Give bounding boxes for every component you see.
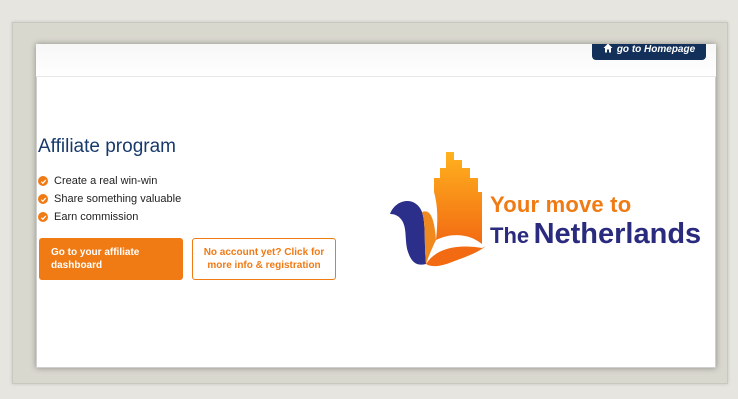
feature-text: Earn commission [54,211,139,223]
go-to-homepage-button[interactable]: go to Homepage [592,44,706,60]
logo-line-2-main: Netherlands [533,218,702,250]
logo-line-2-prefix: The [490,223,530,248]
check-icon [38,176,48,186]
page-title: Affiliate program [38,136,176,157]
page-content: go to Homepage Affiliate program Create … [36,44,716,368]
logo-line-1: Your move to [490,192,632,217]
registration-info-button[interactable]: No account yet? Click for more info & re… [192,238,336,280]
check-icon [38,194,48,204]
check-icon [38,212,48,222]
house-logo-icon [390,152,486,267]
list-item: Share something valuable [38,190,181,208]
list-item: Earn commission [38,208,181,226]
affiliate-dashboard-button[interactable]: Go to your affiliate dashboard [39,238,183,280]
home-icon [603,44,613,56]
list-item: Create a real win-win [38,172,181,190]
logo: Your move to The Netherlands [382,152,712,272]
feature-list: Create a real win-win Share something va… [38,172,181,226]
feature-text: Share something valuable [54,193,182,205]
logo-line-2: The Netherlands [490,218,701,251]
go-to-homepage-label: go to Homepage [616,44,696,55]
feature-text: Create a real win-win [54,175,158,187]
